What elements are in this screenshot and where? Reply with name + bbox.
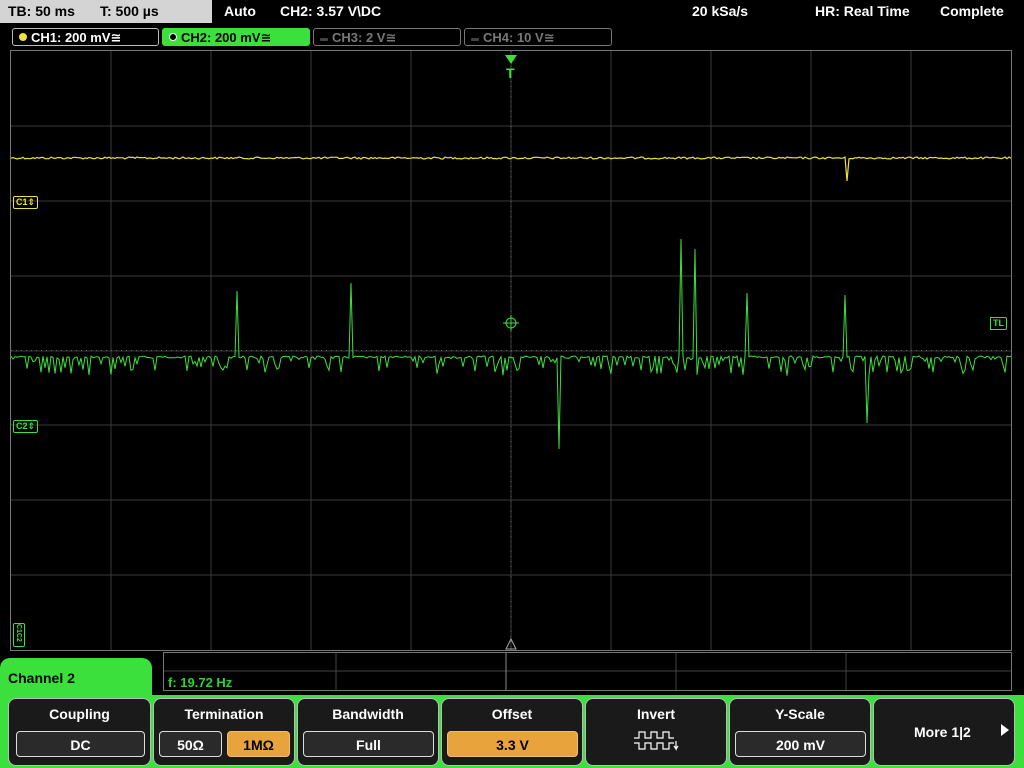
channel-tab-ch1[interactable]: CH1: 200 mV≅ <box>12 28 159 46</box>
ch1-color-dot <box>19 33 27 41</box>
ch2-color-dot <box>169 33 177 41</box>
waveform-canvas <box>11 51 1011 650</box>
trigger-level-marker[interactable]: TL <box>990 317 1007 330</box>
waveform-display[interactable]: T C1⇕ C2⇕ TL C1C2 <box>10 50 1012 651</box>
trigger-source-text: CH2: 3.57 V <box>280 3 358 19</box>
ch4-tab-label: CH4: 10 V <box>483 30 544 45</box>
ch1-tab-label: CH1: 200 mV <box>31 30 111 45</box>
ch3-color-dot <box>320 38 328 41</box>
ch2-tab-label: CH2: 200 mV <box>181 30 261 45</box>
bottom-channel-marker[interactable]: C1C2 <box>13 623 25 647</box>
bandwidth-value[interactable]: Full <box>303 731 434 757</box>
y-scale-title: Y-Scale <box>775 706 825 722</box>
frequency-readout: f: 19.72 Hz <box>168 675 233 690</box>
ch1-offset-label: C1 <box>16 197 28 207</box>
ch4-color-dot <box>471 38 479 41</box>
ch1-offset-marker[interactable]: C1⇕ <box>13 196 39 209</box>
offset-softkey[interactable]: Offset 3.3 V <box>441 698 583 766</box>
measurement-strip <box>163 652 1012 691</box>
offset-title: Offset <box>491 706 533 722</box>
ch1-coupling-icon: ≅ <box>110 30 122 45</box>
coupling-softkey[interactable]: Coupling DC <box>8 698 151 766</box>
ch4-coupling-icon: ≅ <box>543 30 555 45</box>
status-bar: TB: 50 ms T: 500 µs Auto CH2: 3.57 V\DC … <box>0 0 1024 24</box>
center-crosshair-icon <box>503 315 519 331</box>
invert-softkey[interactable]: Invert <box>585 698 727 766</box>
trigger-time-readout: T: 500 µs <box>100 3 159 19</box>
acquisition-state: Complete <box>940 3 1004 19</box>
channel-tab-ch3[interactable]: CH3: 2 V≅ <box>313 28 461 46</box>
bandwidth-title: Bandwidth <box>332 706 404 722</box>
bandwidth-softkey[interactable]: Bandwidth Full <box>297 698 439 766</box>
trigger-position-label[interactable]: T <box>506 65 515 81</box>
timebase-readout: TB: 50 ms <box>8 3 75 19</box>
termination-50ohm-option[interactable]: 50Ω <box>159 731 222 757</box>
ch2-coupling-icon: ≅ <box>260 30 272 45</box>
offset-value[interactable]: 3.3 V <box>447 731 578 757</box>
coupling-title: Coupling <box>49 706 110 722</box>
more-softkey[interactable]: More 1|2 <box>873 698 1015 766</box>
ch3-tab-label: CH3: 2 V <box>332 30 386 45</box>
trigger-level-label: TL <box>993 318 1004 328</box>
y-scale-softkey[interactable]: Y-Scale 200 mV <box>729 698 871 766</box>
strip-grid <box>164 653 1011 690</box>
ch2-offset-marker[interactable]: C2⇕ <box>13 420 39 433</box>
channel-tab-ch4[interactable]: CH4: 10 V≅ <box>464 28 612 46</box>
sample-rate: 20 kSa/s <box>692 3 749 19</box>
more-arrow-icon <box>1001 724 1009 736</box>
coupling-value[interactable]: DC <box>16 731 145 757</box>
trigger-mode[interactable]: Auto <box>224 0 256 23</box>
ch2-offset-label: C2 <box>16 421 28 431</box>
invert-title: Invert <box>636 706 676 722</box>
ch3-coupling-icon: ≅ <box>385 30 397 45</box>
trigger-source[interactable]: CH2: 3.57 V\DC <box>280 0 381 23</box>
invert-waveform-icon <box>634 731 679 751</box>
timebase-box[interactable]: TB: 50 ms T: 500 µs <box>0 0 212 23</box>
menu-title: Channel 2 <box>0 658 152 700</box>
more-label: More 1|2 <box>914 724 971 740</box>
trigger-position-icon <box>505 55 517 64</box>
termination-softkey[interactable]: Termination 50Ω 1MΩ <box>153 698 295 766</box>
channel-tab-ch2[interactable]: CH2: 200 mV≅ <box>162 28 310 46</box>
termination-1mohm-option[interactable]: 1MΩ <box>227 731 290 757</box>
y-scale-value[interactable]: 200 mV <box>735 731 866 757</box>
acquisition-mode[interactable]: HR: Real Time <box>815 0 910 23</box>
trigger-edge-coupling: \DC <box>357 3 382 19</box>
termination-title: Termination <box>184 706 264 722</box>
